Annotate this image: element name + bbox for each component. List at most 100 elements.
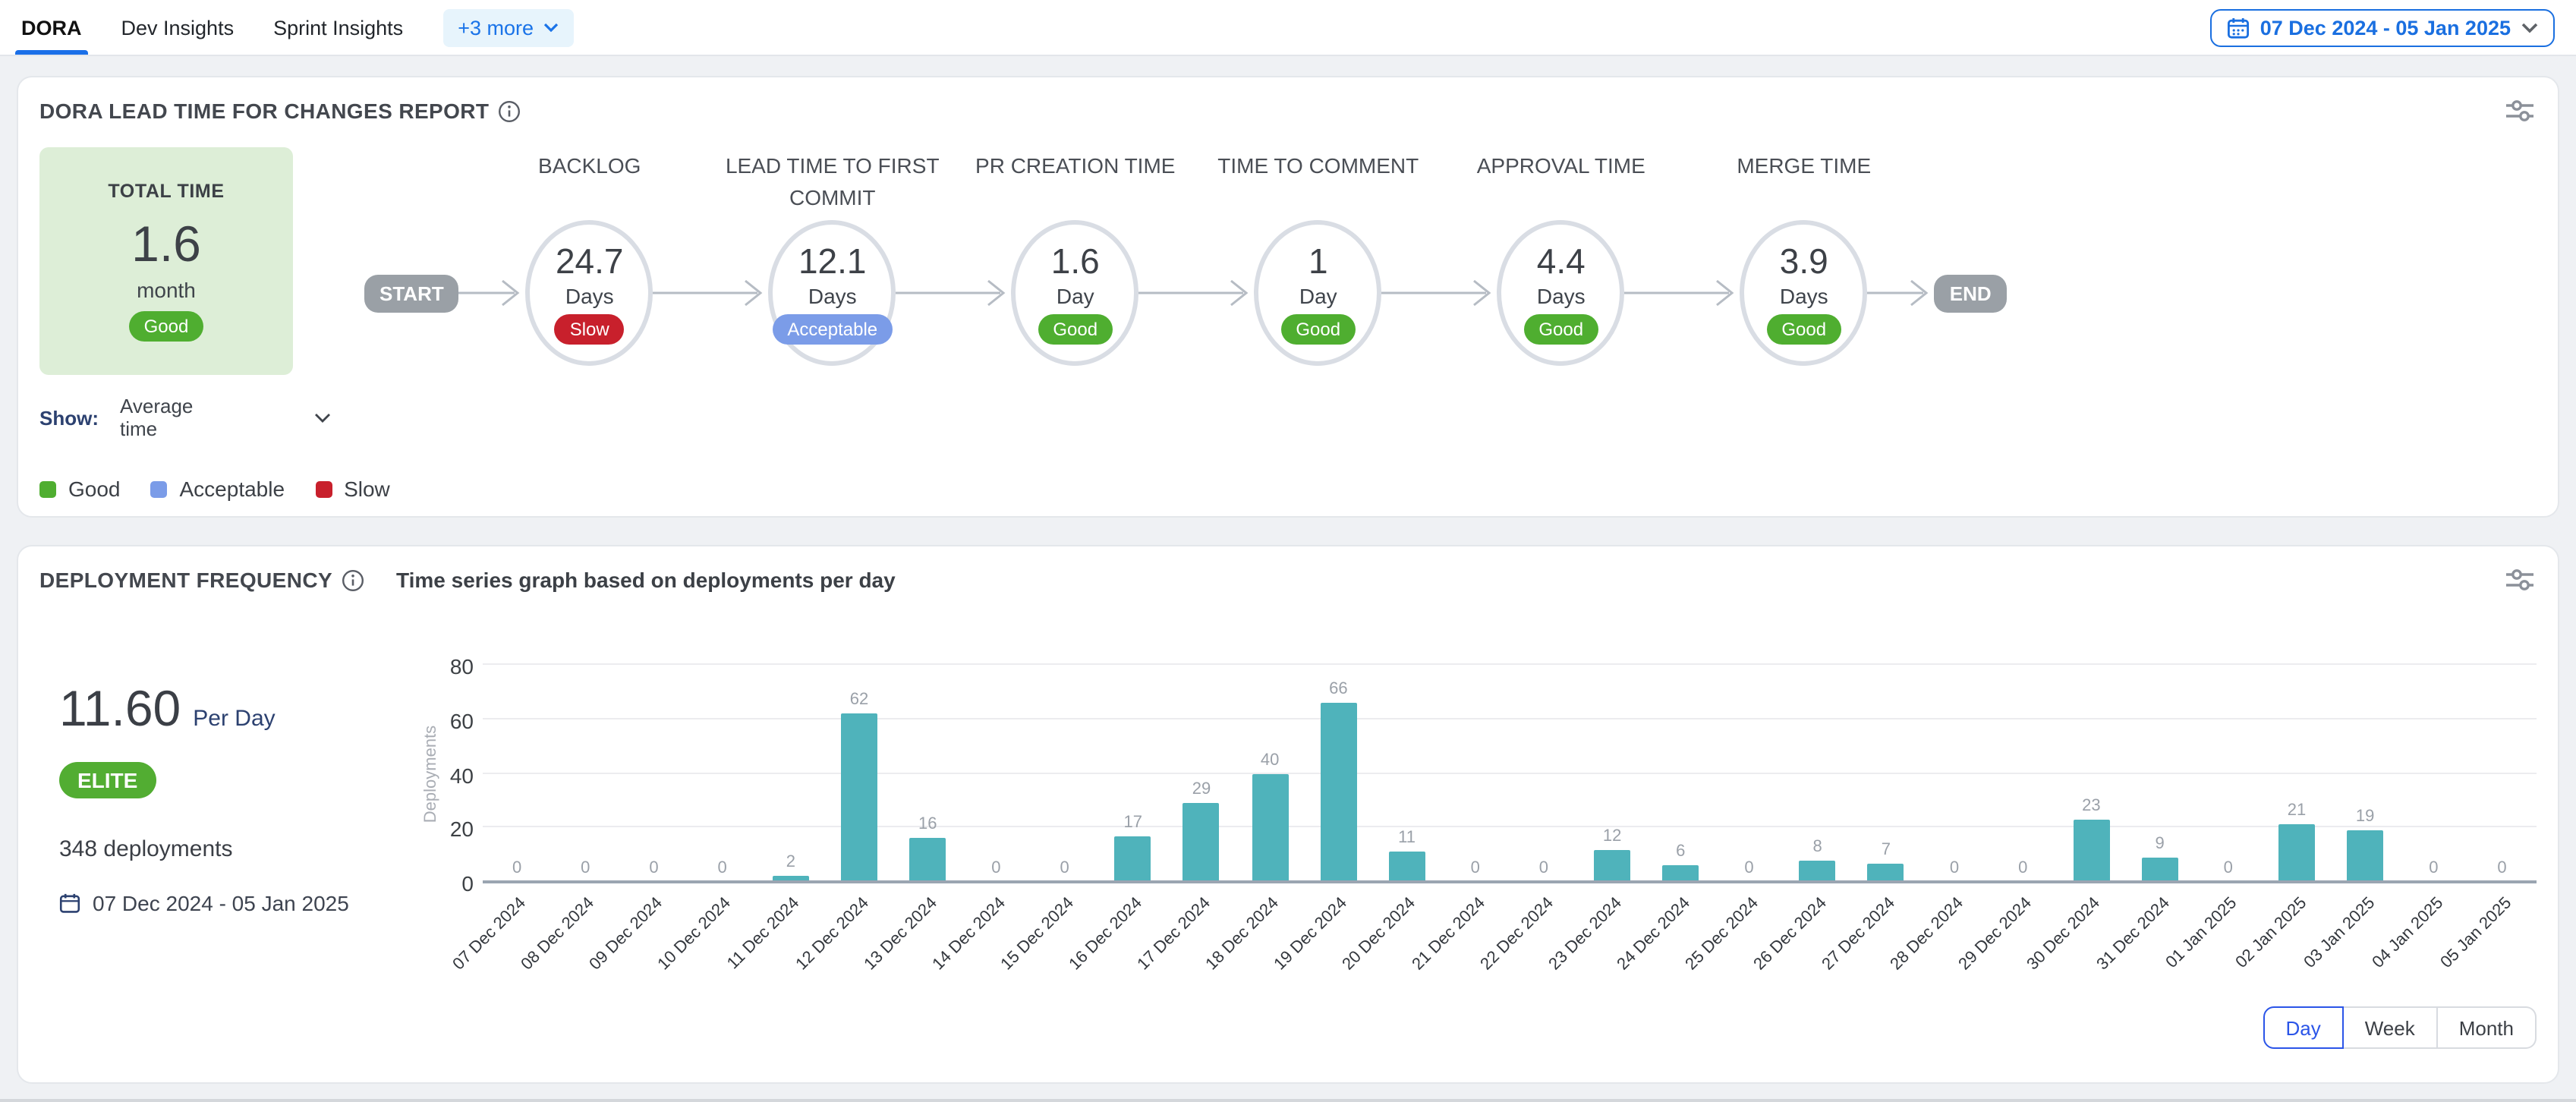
bar <box>1252 773 1288 882</box>
bar-slot: 0 <box>1920 665 1989 882</box>
bar <box>2142 858 2178 882</box>
x-tick-label: 05 Jan 2025 <box>2437 894 2515 972</box>
show-label: Show: <box>39 406 99 429</box>
bar-slot: 0 <box>551 665 619 882</box>
granularity-month[interactable]: Month <box>2438 1006 2537 1049</box>
stage-circle: 12.1DaysAcceptable <box>769 220 896 366</box>
bar <box>1594 849 1630 882</box>
plot-area: 0000262160017294066110012608700239021190… <box>483 665 2537 882</box>
granularity-day[interactable]: Day <box>2263 1006 2343 1049</box>
bar-slot: 29 <box>1167 665 1236 882</box>
info-icon[interactable] <box>498 99 521 122</box>
deployment-rate-value: 11.60 <box>59 680 181 738</box>
bar <box>2347 830 2383 882</box>
more-tabs-button[interactable]: +3 more <box>442 8 573 46</box>
stage-unit: Days <box>808 284 857 308</box>
bar-slot: 0 <box>1441 665 1510 882</box>
bar <box>909 839 946 882</box>
y-tick-label: 60 <box>450 709 474 733</box>
bar-slot: 23 <box>2057 665 2125 882</box>
bar-value-label: 0 <box>1950 859 1959 877</box>
granularity-week[interactable]: Week <box>2344 1006 2438 1049</box>
y-axis-ticks: 020406080 <box>443 665 483 882</box>
page-bottom-divider <box>0 1099 2576 1102</box>
x-tick-label: 21 Dec 2024 <box>1409 894 1488 974</box>
filter-sliders-icon <box>2503 568 2537 592</box>
bar-slot: 11 <box>1372 665 1441 882</box>
bar-value-label: 0 <box>649 859 658 877</box>
show-selected-value: Average time <box>120 395 220 440</box>
stage-name: LEAD TIME TO FIRST COMMIT <box>694 150 971 214</box>
stage-circle: 1DayGood <box>1255 220 1382 366</box>
lead-time-card-title-row: DORA LEAD TIME FOR CHANGES REPORT <box>39 99 521 123</box>
chart-title: Time series graph based on deployments p… <box>396 568 896 592</box>
x-tick-label: 15 Dec 2024 <box>997 894 1077 974</box>
deployment-settings-button[interactable] <box>2503 568 2537 592</box>
x-tick-label: 12 Dec 2024 <box>792 894 872 974</box>
x-tick-label: 24 Dec 2024 <box>1614 894 1693 974</box>
bar-slot: 2 <box>757 665 825 882</box>
flow-arrow <box>1868 275 1935 311</box>
legend-swatch <box>39 480 56 497</box>
y-tick-label: 20 <box>450 817 474 842</box>
x-tick-label: 14 Dec 2024 <box>929 894 1009 974</box>
top-navigation-bar: DORADev InsightsSprint Insights +3 more … <box>0 0 2576 56</box>
legend-swatch <box>151 480 168 497</box>
info-icon[interactable] <box>342 568 364 591</box>
x-tick-label: 09 Dec 2024 <box>587 894 666 974</box>
stage-merge-time: MERGE TIME3.9DaysGood <box>1740 220 1868 366</box>
bar-value-label: 40 <box>1261 751 1280 769</box>
granularity-toggle: DayWeekMonth <box>2263 1006 2537 1049</box>
lead-time-settings-button[interactable] <box>2503 99 2537 123</box>
stage-value: 24.7 <box>556 241 624 282</box>
bar-slot: 0 <box>1989 665 2057 882</box>
bar-value-label: 12 <box>1603 826 1622 845</box>
x-tick-label: 25 Dec 2024 <box>1682 894 1762 974</box>
x-tick-label: 23 Dec 2024 <box>1545 894 1625 974</box>
y-axis-title: Deployments <box>422 725 440 822</box>
stage-circle: 1.6DayGood <box>1012 220 1139 366</box>
date-range-picker[interactable]: 07 Dec 2024 - 05 Jan 2025 <box>2210 8 2555 46</box>
total-time-status-badge: Good <box>129 311 204 342</box>
bar-value-label: 0 <box>2497 859 2506 877</box>
y-tick-label: 0 <box>461 871 474 896</box>
bar-slot: 0 <box>619 665 688 882</box>
stage-backlog: BACKLOG24.7DaysSlow <box>526 220 653 366</box>
legend-label: Good <box>68 477 121 501</box>
chevron-down-icon <box>543 23 558 32</box>
chevron-down-icon <box>2521 22 2538 33</box>
bar-value-label: 0 <box>1060 859 1069 877</box>
bar-slot: 0 <box>1510 665 1578 882</box>
bar-value-label: 6 <box>1676 843 1685 861</box>
stage-status-badge: Good <box>1523 314 1598 345</box>
bar-value-label: 0 <box>991 859 1000 877</box>
flow-arrow <box>459 275 526 311</box>
status-legend: GoodAcceptableSlow <box>39 477 331 501</box>
bar <box>1320 703 1356 882</box>
legend-swatch <box>315 480 332 497</box>
show-metric-dropdown[interactable]: Show: Average time <box>39 395 331 440</box>
stage-unit: Days <box>1780 284 1828 308</box>
bar-value-label: 0 <box>1744 859 1753 877</box>
bar-slot: 0 <box>2467 665 2536 882</box>
stage-circle: 4.4DaysGood <box>1497 220 1625 366</box>
end-pill: END <box>1935 274 2007 312</box>
tab-sprint-insights[interactable]: Sprint Insights <box>273 0 403 55</box>
total-time-box: TOTAL TIME 1.6 month Good <box>39 147 293 375</box>
bar-value-label: 23 <box>2082 797 2101 815</box>
stage-status-badge: Good <box>1766 314 1841 345</box>
stage-status-badge: Good <box>1280 314 1356 345</box>
bar-slot: 62 <box>825 665 893 882</box>
x-tick-label: 31 Dec 2024 <box>2093 894 2173 974</box>
bar-slot: 9 <box>2126 665 2194 882</box>
tab-dev-insights[interactable]: Dev Insights <box>121 0 235 55</box>
x-tick-label: 30 Dec 2024 <box>2024 894 2104 974</box>
total-time-value: 1.6 <box>131 216 201 273</box>
bar-slot: 16 <box>893 665 962 882</box>
bar-value-label: 0 <box>1471 859 1480 877</box>
x-tick-label: 18 Dec 2024 <box>1203 894 1283 974</box>
bar-value-label: 29 <box>1192 780 1211 798</box>
x-tick-label: 10 Dec 2024 <box>655 894 735 974</box>
tab-dora[interactable]: DORA <box>21 0 82 55</box>
bar <box>1115 836 1151 882</box>
